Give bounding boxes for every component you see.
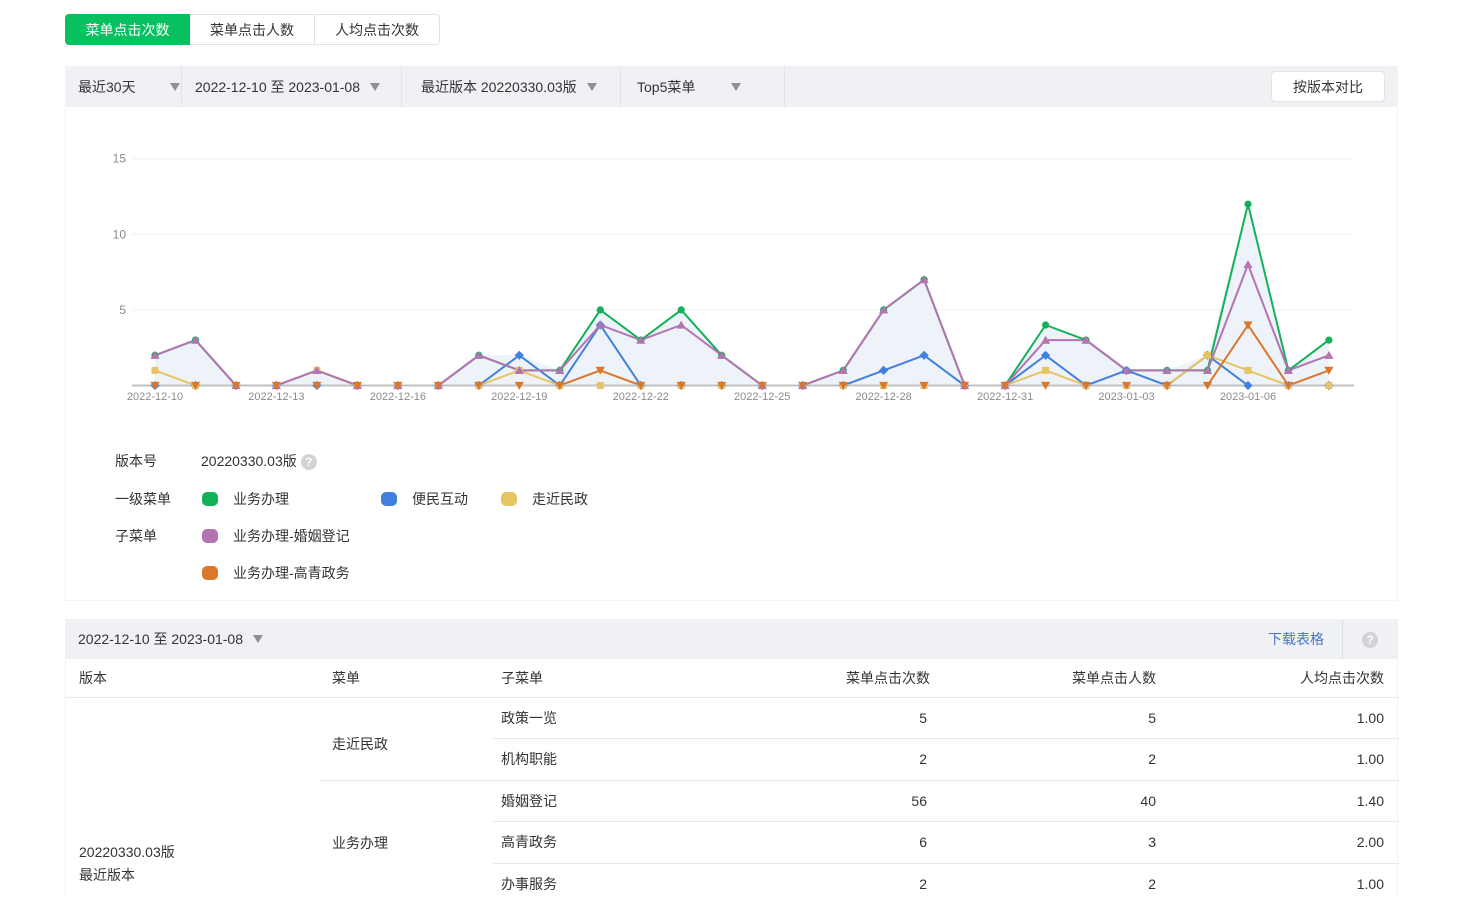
svg-text:15: 15 — [113, 152, 127, 166]
svg-text:2022-12-28: 2022-12-28 — [855, 391, 911, 403]
svg-text:2022-12-13: 2022-12-13 — [248, 391, 304, 403]
svg-text:2022-12-31: 2022-12-31 — [977, 391, 1033, 403]
svg-text:2022-12-16: 2022-12-16 — [370, 391, 426, 403]
svg-text:5: 5 — [119, 303, 126, 317]
svg-text:10: 10 — [113, 227, 127, 241]
svg-text:2023-01-03: 2023-01-03 — [1098, 391, 1154, 403]
svg-text:2022-12-10: 2022-12-10 — [127, 391, 183, 403]
svg-text:2022-12-22: 2022-12-22 — [613, 391, 669, 403]
svg-text:2022-12-25: 2022-12-25 — [734, 391, 790, 403]
svg-text:2022-12-19: 2022-12-19 — [491, 391, 547, 403]
svg-text:2023-01-06: 2023-01-06 — [1220, 391, 1276, 403]
